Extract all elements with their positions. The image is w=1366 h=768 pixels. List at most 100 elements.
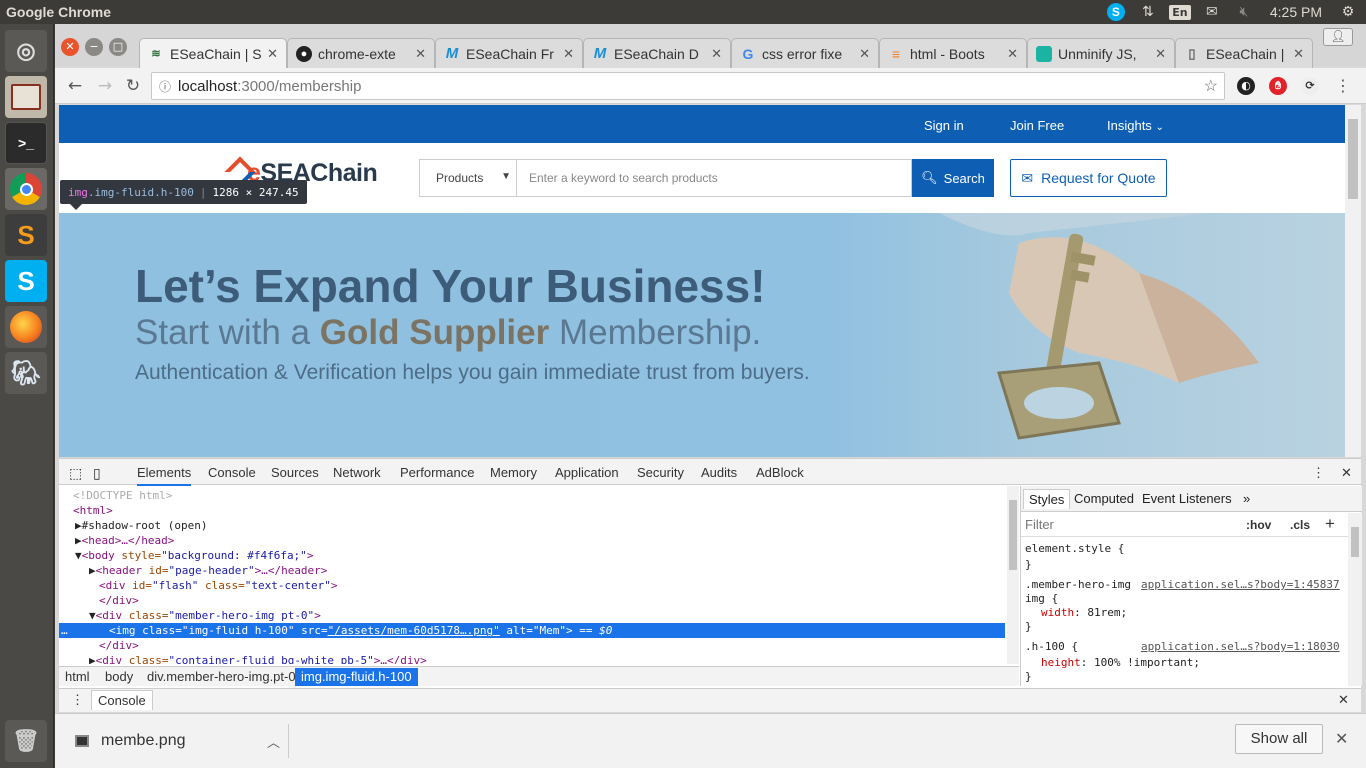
drawer-close-icon[interactable]: ✕ (1338, 692, 1349, 708)
styles-scrollbar[interactable] (1348, 513, 1362, 686)
files-manager-icon[interactable] (5, 76, 47, 118)
skype-tray-icon[interactable]: S (1106, 2, 1126, 22)
elements-scrollbar[interactable] (1007, 486, 1019, 664)
tab-sources[interactable]: Sources (271, 465, 319, 480)
expand-triangle-icon[interactable]: ▶ (75, 534, 82, 547)
styles-filter[interactable]: Filter :hov .cls + (1021, 513, 1351, 537)
download-item[interactable]: membe.png ︿ (75, 724, 289, 758)
stylesheet-link[interactable]: application.sel…s?body=1:18030 (1141, 640, 1340, 653)
adblock-extension-icon[interactable]: ✋︎ (1269, 77, 1287, 95)
bookmark-star-icon[interactable]: ☆ (1204, 76, 1218, 96)
stylesheet-link[interactable]: application.sel…s?body=1:45837 (1141, 578, 1340, 591)
crumb-img[interactable]: img.img-fluid.h-100 (295, 668, 418, 686)
dom-line[interactable]: ▶<header id="page-header">…</header> (89, 563, 1005, 578)
source-link[interactable]: application.sel…s?body=1:18030 (1141, 640, 1340, 653)
element-style-rule[interactable]: element.style { (1025, 542, 1124, 555)
insights-dropdown[interactable]: Insights ⌄ (1107, 118, 1164, 133)
tab-eseachain-d[interactable]: M ESeaChain D ✕ (583, 38, 731, 68)
src-link[interactable]: "/assets/mem-60d5178….png" (328, 624, 500, 637)
ellipsis-icon[interactable]: … (59, 623, 109, 638)
dom-line-selected[interactable]: … <img class="img-fluid h-100" src="/asse… (59, 623, 1005, 638)
inspect-element-icon[interactable]: ⬚ (69, 465, 82, 482)
drawer-console-tab[interactable]: Console (91, 690, 153, 710)
tab-elements[interactable]: Elements (137, 465, 192, 486)
tab-close-icon[interactable]: ✕ (267, 46, 278, 62)
sublime-text-icon[interactable]: S (5, 214, 47, 256)
tab-security[interactable]: Security (637, 465, 684, 480)
collapse-triangle-icon[interactable]: ▼ (89, 609, 96, 622)
dom-line[interactable]: ▶<div class="container-fluid bg-white pb… (89, 653, 1005, 664)
forward-arrow-icon[interactable]: → (95, 76, 115, 96)
search-button[interactable]: 🔍︎ Search (912, 159, 994, 197)
dom-line[interactable]: ▶<head>…</head> (75, 533, 1005, 548)
expand-triangle-icon[interactable]: ▶ (89, 654, 96, 664)
dom-line[interactable]: <div id="flash" class="text-center"> (99, 578, 1005, 593)
join-free-link[interactable]: Join Free (1010, 118, 1064, 133)
products-select[interactable]: Products ▼ (419, 159, 516, 197)
dom-line[interactable]: ▼<div class="member-hero-img pt-0"> (89, 608, 1005, 623)
crumb-hero-div[interactable]: div.member-hero-img.pt-0 (141, 668, 302, 686)
settings-gear-icon[interactable]: ⚙ (1338, 2, 1358, 22)
elements-scrollbar-thumb[interactable] (1009, 500, 1017, 570)
window-minimize-button[interactable]: − (85, 38, 103, 56)
download-shelf-close-icon[interactable]: ✕ (1335, 729, 1348, 749)
styles-scrollbar-thumb[interactable] (1351, 527, 1359, 557)
tab-network[interactable]: Network (333, 465, 381, 480)
tab-event-listeners[interactable]: Event Listeners (1142, 491, 1232, 506)
profile-avatar-icon[interactable]: 👤︎ (1323, 28, 1353, 46)
filter-input[interactable]: Filter (1025, 517, 1054, 532)
tab-application[interactable]: Application (555, 465, 619, 480)
tab-memory[interactable]: Memory (490, 465, 537, 480)
tab-computed[interactable]: Computed (1074, 491, 1134, 506)
dark-reader-extension-icon[interactable]: ◐ (1237, 77, 1255, 95)
mail-icon[interactable]: ✉ (1202, 2, 1222, 22)
ubuntu-dash-icon[interactable]: ◎ (5, 30, 47, 72)
tab-eseachain-free[interactable]: M ESeaChain Fr ✕ (435, 38, 583, 68)
devtools-close-icon[interactable]: ✕ (1341, 465, 1352, 481)
tab-eseachain-last[interactable]: ▯ ESeaChain | S ✕ (1175, 38, 1313, 68)
terminal-icon[interactable]: >_ (5, 122, 47, 164)
tab-close-icon[interactable]: ✕ (1293, 46, 1304, 62)
chrome-menu-icon[interactable]: ⋮ (1333, 76, 1353, 96)
tab-performance[interactable]: Performance (400, 465, 474, 480)
css-declaration[interactable]: height: 100% !important; (1041, 656, 1200, 669)
source-link[interactable]: application.sel…s?body=1:45837 (1141, 578, 1340, 591)
crumb-html[interactable]: html (59, 668, 96, 686)
address-bar[interactable]: ⓘ localhost:3000/membership ☆ (151, 72, 1225, 100)
member-hero-rule[interactable]: .member-hero-img (1025, 578, 1131, 591)
tab-html-bootstrap[interactable]: ≡ html - Boots ✕ (879, 38, 1027, 68)
device-toolbar-icon[interactable]: ▯ (93, 465, 101, 482)
sync-extension-icon[interactable]: ⟳ (1301, 77, 1319, 95)
tab-chrome-extension[interactable]: ● chrome-exte ✕ (287, 38, 435, 68)
clock[interactable]: 4:25 PM (1266, 2, 1326, 22)
hov-toggle[interactable]: :hov (1246, 518, 1271, 532)
css-declaration[interactable]: width: 81rem; (1041, 606, 1127, 619)
tab-close-icon[interactable]: ✕ (1007, 46, 1018, 62)
request-for-quote-button[interactable]: ✉ Request for Quote (1010, 159, 1167, 197)
expand-triangle-icon[interactable]: ▶ (89, 564, 96, 577)
keyboard-layout-indicator[interactable]: En (1169, 2, 1191, 22)
dom-line[interactable]: ▶#shadow-root (open) (75, 518, 1005, 533)
chevron-up-icon[interactable]: ︿ (267, 732, 280, 751)
firefox-icon[interactable] (5, 306, 47, 348)
search-input[interactable]: Enter a keyword to search products (516, 159, 912, 197)
skype-launcher-icon[interactable]: S (5, 260, 47, 302)
cls-toggle[interactable]: .cls (1290, 518, 1310, 532)
tab-close-icon[interactable]: ✕ (1155, 46, 1166, 62)
volume-muted-icon[interactable]: 🔇︎ (1234, 2, 1254, 22)
site-info-icon[interactable]: ⓘ (152, 78, 178, 95)
more-tabs-chevron-icon[interactable]: » (1243, 491, 1250, 506)
crumb-body[interactable]: body (99, 668, 139, 686)
back-arrow-icon[interactable]: ← (65, 76, 85, 96)
chrome-launcher-icon[interactable] (5, 168, 47, 210)
tab-styles[interactable]: Styles (1023, 489, 1071, 509)
new-rule-plus-icon[interactable]: + (1325, 514, 1335, 534)
tab-close-icon[interactable]: ✕ (859, 46, 870, 62)
h100-rule[interactable]: .h-100 { (1025, 640, 1078, 653)
dom-line[interactable]: <!DOCTYPE html> (73, 488, 1005, 503)
dom-line[interactable]: <html> (73, 503, 1005, 518)
network-arrows-icon[interactable]: ⇅ (1138, 2, 1158, 22)
drawer-menu-icon[interactable]: ⋮ (71, 692, 84, 708)
show-all-downloads-button[interactable]: Show all (1235, 724, 1323, 754)
tab-close-icon[interactable]: ✕ (415, 46, 426, 62)
